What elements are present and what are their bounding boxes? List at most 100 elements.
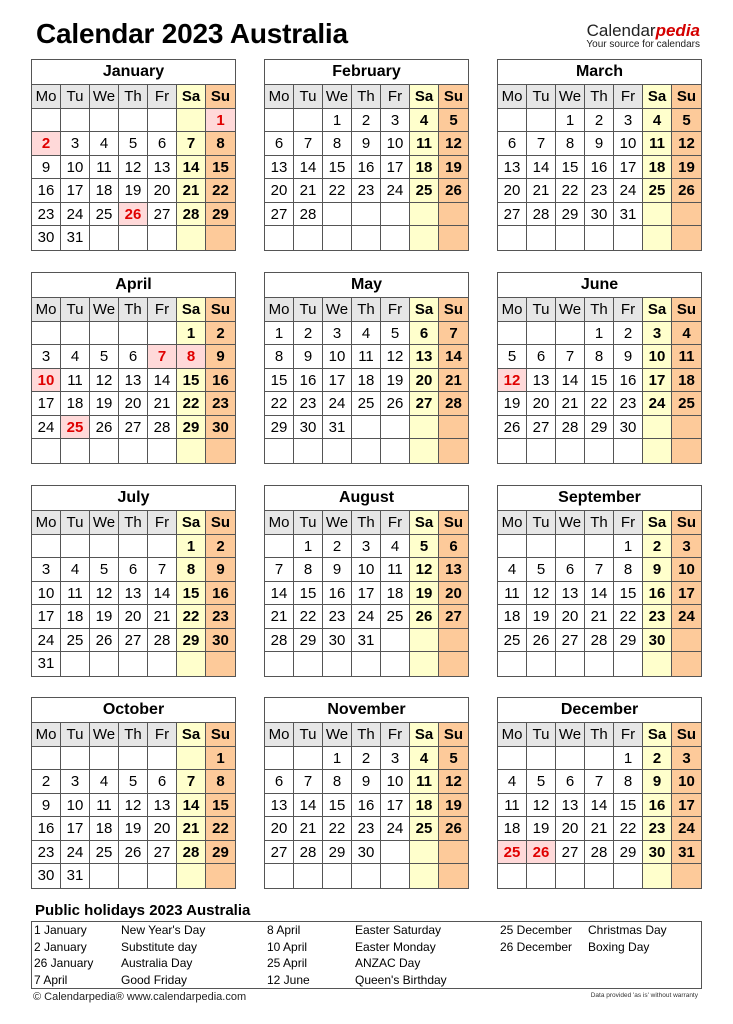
day-cell[interactable]: 7	[585, 770, 614, 794]
day-cell[interactable]: 12	[90, 581, 119, 605]
day-cell[interactable]: 14	[177, 155, 206, 179]
day-cell[interactable]: 3	[381, 746, 410, 770]
day-cell[interactable]: 9	[294, 345, 323, 369]
day-cell[interactable]: 28	[294, 202, 323, 226]
day-cell[interactable]: 28	[294, 840, 323, 864]
day-cell[interactable]: 28	[265, 628, 294, 652]
day-cell[interactable]: 18	[61, 605, 90, 629]
day-cell[interactable]: 22	[323, 817, 352, 841]
day-cell[interactable]: 15	[614, 581, 643, 605]
day-cell[interactable]: 22	[614, 605, 643, 629]
day-cell[interactable]: 14	[265, 581, 294, 605]
day-cell[interactable]: 25	[410, 179, 439, 203]
day-cell[interactable]: 19	[90, 605, 119, 629]
day-cell[interactable]: 29	[206, 840, 235, 864]
day-cell[interactable]: 3	[61, 132, 90, 156]
day-cell[interactable]: 8	[323, 132, 352, 156]
day-cell[interactable]: 19	[119, 817, 148, 841]
day-cell[interactable]: 21	[439, 368, 468, 392]
day-cell[interactable]: 25	[672, 392, 701, 416]
day-cell[interactable]: 21	[148, 605, 177, 629]
day-cell[interactable]: 21	[148, 392, 177, 416]
day-cell[interactable]: 16	[614, 368, 643, 392]
day-cell[interactable]: 26	[410, 605, 439, 629]
day-cell[interactable]: 11	[90, 793, 119, 817]
day-cell[interactable]: 18	[498, 817, 527, 841]
day-cell[interactable]: 20	[498, 179, 527, 203]
day-cell[interactable]: 26	[672, 179, 701, 203]
day-cell[interactable]: 4	[643, 108, 672, 132]
day-cell[interactable]: 7	[148, 345, 177, 369]
day-cell[interactable]: 11	[498, 581, 527, 605]
day-cell[interactable]: 12	[527, 581, 556, 605]
day-cell[interactable]: 22	[177, 605, 206, 629]
day-cell[interactable]: 11	[410, 770, 439, 794]
day-cell[interactable]: 22	[556, 179, 585, 203]
day-cell[interactable]: 8	[585, 345, 614, 369]
day-cell[interactable]: 16	[352, 793, 381, 817]
day-cell[interactable]: 16	[294, 368, 323, 392]
day-cell[interactable]: 23	[352, 179, 381, 203]
day-cell[interactable]: 13	[498, 155, 527, 179]
day-cell[interactable]: 5	[90, 345, 119, 369]
day-cell[interactable]: 2	[585, 108, 614, 132]
day-cell[interactable]: 19	[439, 793, 468, 817]
day-cell[interactable]: 12	[90, 368, 119, 392]
day-cell[interactable]: 25	[61, 628, 90, 652]
day-cell[interactable]: 10	[672, 558, 701, 582]
day-cell[interactable]: 20	[410, 368, 439, 392]
day-cell[interactable]: 14	[556, 368, 585, 392]
day-cell[interactable]: 28	[585, 628, 614, 652]
day-cell[interactable]: 10	[672, 770, 701, 794]
day-cell[interactable]: 23	[294, 392, 323, 416]
day-cell[interactable]: 1	[177, 534, 206, 558]
day-cell[interactable]: 11	[410, 132, 439, 156]
day-cell[interactable]: 6	[410, 321, 439, 345]
day-cell[interactable]: 16	[206, 368, 235, 392]
day-cell[interactable]: 4	[61, 558, 90, 582]
day-cell[interactable]: 30	[206, 628, 235, 652]
day-cell[interactable]: 3	[381, 108, 410, 132]
day-cell[interactable]: 26	[498, 415, 527, 439]
day-cell[interactable]: 13	[556, 581, 585, 605]
day-cell[interactable]: 23	[32, 840, 61, 864]
day-cell[interactable]: 18	[410, 793, 439, 817]
day-cell[interactable]: 8	[265, 345, 294, 369]
day-cell[interactable]: 2	[206, 321, 235, 345]
day-cell[interactable]: 26	[527, 840, 556, 864]
day-cell[interactable]: 27	[148, 840, 177, 864]
day-cell[interactable]: 18	[672, 368, 701, 392]
day-cell[interactable]: 8	[206, 770, 235, 794]
day-cell[interactable]: 12	[439, 132, 468, 156]
day-cell[interactable]: 9	[32, 793, 61, 817]
day-cell[interactable]: 4	[410, 746, 439, 770]
day-cell[interactable]: 28	[527, 202, 556, 226]
day-cell[interactable]: 19	[672, 155, 701, 179]
day-cell[interactable]: 30	[323, 628, 352, 652]
day-cell[interactable]: 5	[498, 345, 527, 369]
day-cell[interactable]: 13	[265, 793, 294, 817]
day-cell[interactable]: 15	[206, 793, 235, 817]
day-cell[interactable]: 9	[614, 345, 643, 369]
day-cell[interactable]: 6	[556, 558, 585, 582]
day-cell[interactable]: 12	[439, 770, 468, 794]
day-cell[interactable]: 15	[556, 155, 585, 179]
day-cell[interactable]: 22	[585, 392, 614, 416]
day-cell[interactable]: 21	[177, 817, 206, 841]
day-cell[interactable]: 5	[119, 770, 148, 794]
day-cell[interactable]: 26	[119, 840, 148, 864]
day-cell[interactable]: 30	[32, 226, 61, 250]
day-cell[interactable]: 24	[32, 415, 61, 439]
day-cell[interactable]: 2	[643, 534, 672, 558]
day-cell[interactable]: 26	[439, 179, 468, 203]
day-cell[interactable]: 22	[206, 179, 235, 203]
day-cell[interactable]: 25	[381, 605, 410, 629]
day-cell[interactable]: 2	[352, 108, 381, 132]
day-cell[interactable]: 21	[556, 392, 585, 416]
day-cell[interactable]: 19	[527, 605, 556, 629]
day-cell[interactable]: 24	[381, 817, 410, 841]
day-cell[interactable]: 19	[381, 368, 410, 392]
day-cell[interactable]: 4	[381, 534, 410, 558]
day-cell[interactable]: 10	[32, 581, 61, 605]
day-cell[interactable]: 4	[498, 770, 527, 794]
